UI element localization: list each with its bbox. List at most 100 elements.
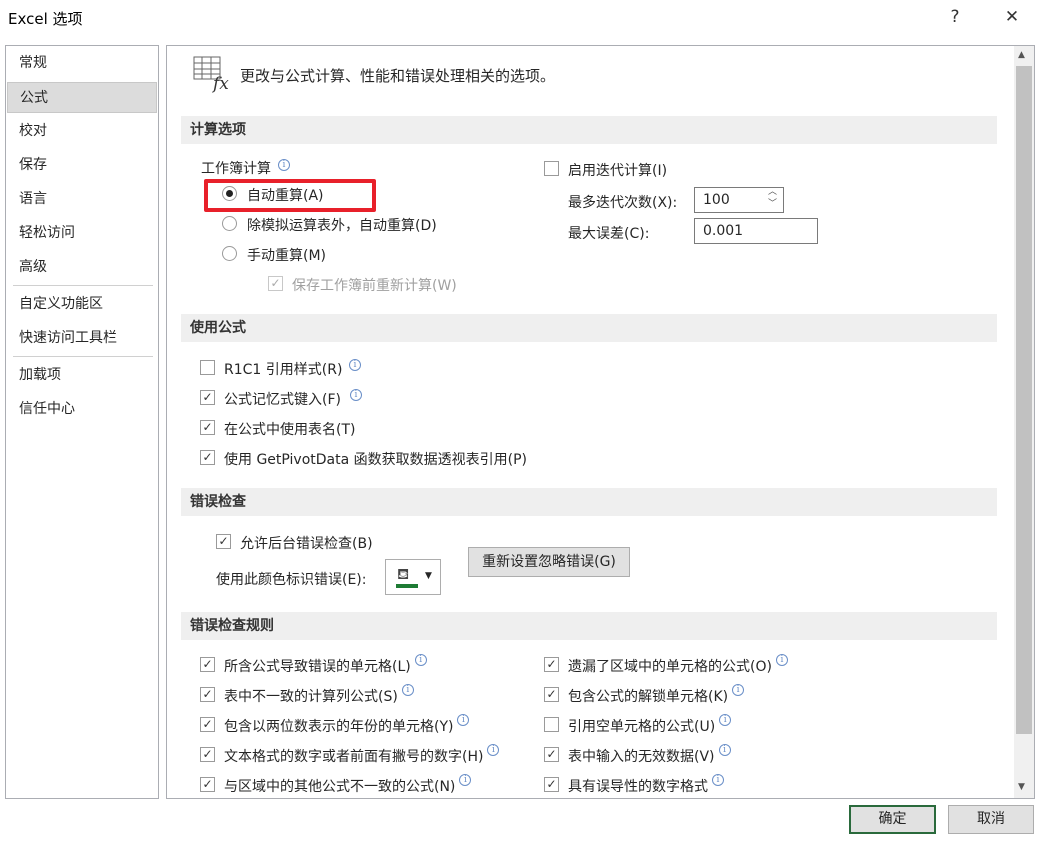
background-check-label[interactable]: 允许后台错误检查(B) [240, 533, 373, 553]
info-icon: i [350, 389, 362, 401]
radio-auto-except-label[interactable]: 除模拟运算表外，自动重算(D) [247, 215, 437, 235]
checkbox-rule[interactable]: ✓ [200, 777, 215, 792]
scrollbar-thumb[interactable] [1016, 66, 1032, 734]
rule-item[interactable]: 表中不一致的计算列公式(S) i [224, 684, 414, 706]
checkbox-save-recalc[interactable]: ✓ [268, 276, 283, 291]
info-icon: i [775, 654, 788, 666]
fx-text: fx [211, 74, 229, 93]
radio-automatic-label[interactable]: 自动重算(A) [247, 185, 324, 205]
nav-item-language[interactable]: 语言 [7, 184, 157, 215]
rule-label: 遗漏了区域中的单元格的公式(O) [568, 659, 772, 675]
help-button[interactable]: ? [940, 4, 970, 30]
rule-label: 表中不一致的计算列公式(S) [224, 689, 398, 705]
rule-item[interactable]: 包含以两位数表示的年份的单元格(Y) i [224, 714, 470, 736]
nav-item-formulas[interactable]: 公式 [7, 82, 157, 113]
rule-label: 包含公式的解锁单元格(K) [568, 689, 729, 705]
checkbox-rule[interactable]: ✓ [544, 777, 559, 792]
checkbox-rule[interactable]: ✓ [200, 717, 215, 732]
rule-label: 所含公式导致错误的单元格(L) [224, 659, 411, 675]
nav-item-addins[interactable]: 加载项 [7, 360, 157, 391]
rule-label: 包含以两位数表示的年份的单元格(Y) [224, 719, 454, 735]
radio-automatic[interactable] [222, 186, 237, 201]
info-icon: i [719, 714, 732, 726]
checkbox-iterative[interactable] [544, 161, 559, 176]
nav-item-general[interactable]: 常规 [7, 48, 157, 79]
info-icon: i [414, 654, 427, 666]
checkbox-table-names[interactable]: ✓ [200, 420, 215, 435]
max-iter-label: 最多迭代次数(X): [568, 195, 678, 211]
rule-label: 引用空单元格的公式(U) [568, 719, 716, 735]
section-error-rules: 错误检查规则 [181, 612, 997, 640]
workbook-calc-label: 工作簿计算 [201, 161, 271, 177]
rule-item[interactable]: 文本格式的数字或者前面有撇号的数字(H) i [224, 744, 500, 766]
radio-auto-except-tables[interactable] [222, 216, 237, 231]
section-error-checking: 错误检查 [181, 488, 997, 516]
checkbox-r1c1[interactable] [200, 360, 215, 375]
checkbox-rule[interactable]: ✓ [544, 747, 559, 762]
rule-item[interactable]: 引用空单元格的公式(U) i [568, 714, 732, 736]
cancel-button[interactable]: 取消 [948, 805, 1034, 834]
close-button[interactable]: ✕ [997, 4, 1027, 30]
info-icon: i [278, 159, 290, 171]
nav-item-customize-ribbon[interactable]: 自定义功能区 [7, 289, 157, 320]
scroll-up-icon[interactable]: ▲ [1018, 50, 1025, 60]
radio-manual[interactable] [222, 246, 237, 261]
rule-item[interactable]: 包含公式的解锁单元格(K) i [568, 684, 745, 706]
rule-label: 表中输入的无效数据(V) [568, 749, 715, 765]
checkbox-autocomplete[interactable]: ✓ [200, 390, 215, 405]
chevron-down-icon: ▼ [425, 571, 432, 581]
nav-item-accessibility[interactable]: 轻松访问 [7, 218, 157, 249]
iterative-label[interactable]: 启用迭代计算(I) [568, 160, 667, 180]
r1c1-label[interactable]: R1C1 引用样式(R) [224, 359, 342, 379]
rule-label: 文本格式的数字或者前面有撇号的数字(H) [224, 749, 484, 765]
checkbox-rule[interactable] [544, 717, 559, 732]
formula-fx-icon: fx [193, 55, 233, 94]
info-icon: i [457, 714, 470, 726]
info-icon: i [401, 684, 414, 696]
info-icon: i [712, 774, 724, 786]
max-change-input[interactable]: 0.001 [694, 218, 818, 244]
nav-divider [13, 285, 153, 286]
getpivotdata-label[interactable]: 使用 GetPivotData 函数获取数据透视表引用(P) [224, 449, 527, 469]
rule-item[interactable]: 与区域中的其他公式不一致的公式(N) i [224, 774, 472, 796]
nav-item-trust-center[interactable]: 信任中心 [7, 394, 157, 425]
checkbox-rule[interactable]: ✓ [200, 657, 215, 672]
spinner-arrows-icon[interactable]: ︿ ﹀ [768, 186, 777, 210]
ok-button[interactable]: 确定 [849, 805, 936, 834]
info-icon: i [487, 744, 500, 756]
scroll-down-icon[interactable]: ▼ [1018, 782, 1025, 792]
error-color-picker[interactable]: ⛾ ▼ [385, 559, 441, 595]
paint-bucket-icon: ⛾ [397, 565, 410, 583]
window-title: Excel 选项 [8, 10, 83, 28]
color-swatch [396, 584, 418, 588]
checkbox-background-check[interactable]: ✓ [216, 534, 231, 549]
autocomplete-label[interactable]: 公式记忆式键入(F) [224, 389, 341, 409]
nav-item-proofing[interactable]: 校对 [7, 116, 157, 147]
checkbox-rule[interactable]: ✓ [200, 747, 215, 762]
checkbox-rule[interactable]: ✓ [544, 657, 559, 672]
rule-item[interactable]: 具有误导性的数字格式 i [568, 774, 724, 796]
info-icon: i [459, 774, 472, 786]
radio-manual-label[interactable]: 手动重算(M) [247, 245, 326, 265]
max-iterations-value: 100 [703, 192, 730, 208]
rule-label: 具有误导性的数字格式 [568, 779, 708, 795]
nav-item-quick-access[interactable]: 快速访问工具栏 [7, 323, 157, 354]
max-change-label: 最大误差(C): [568, 226, 650, 242]
error-color-label: 使用此颜色标识错误(E): [216, 572, 367, 588]
checkbox-getpivotdata[interactable]: ✓ [200, 450, 215, 465]
checkbox-rule[interactable]: ✓ [544, 687, 559, 702]
info-icon: i [732, 684, 745, 696]
checkbox-rule[interactable]: ✓ [200, 687, 215, 702]
nav-divider [13, 356, 153, 357]
options-nav: 常规 公式 校对 保存 语言 轻松访问 高级 自定义功能区 快速访问工具栏 加载… [5, 45, 159, 799]
vertical-scrollbar[interactable]: ▲ ▼ [1014, 46, 1034, 798]
rule-item[interactable]: 所含公式导致错误的单元格(L) i [224, 654, 427, 676]
table-names-label[interactable]: 在公式中使用表名(T) [224, 419, 355, 439]
max-iterations-spinner[interactable]: 100 ︿ ﹀ [694, 187, 784, 213]
rule-item[interactable]: 表中输入的无效数据(V) i [568, 744, 731, 766]
nav-item-save[interactable]: 保存 [7, 150, 157, 181]
rule-label: 与区域中的其他公式不一致的公式(N) [224, 779, 456, 795]
reset-ignored-errors-button[interactable]: 重新设置忽略错误(G) [468, 547, 630, 577]
rule-item[interactable]: 遗漏了区域中的单元格的公式(O) i [568, 654, 788, 676]
nav-item-advanced[interactable]: 高级 [7, 252, 157, 283]
